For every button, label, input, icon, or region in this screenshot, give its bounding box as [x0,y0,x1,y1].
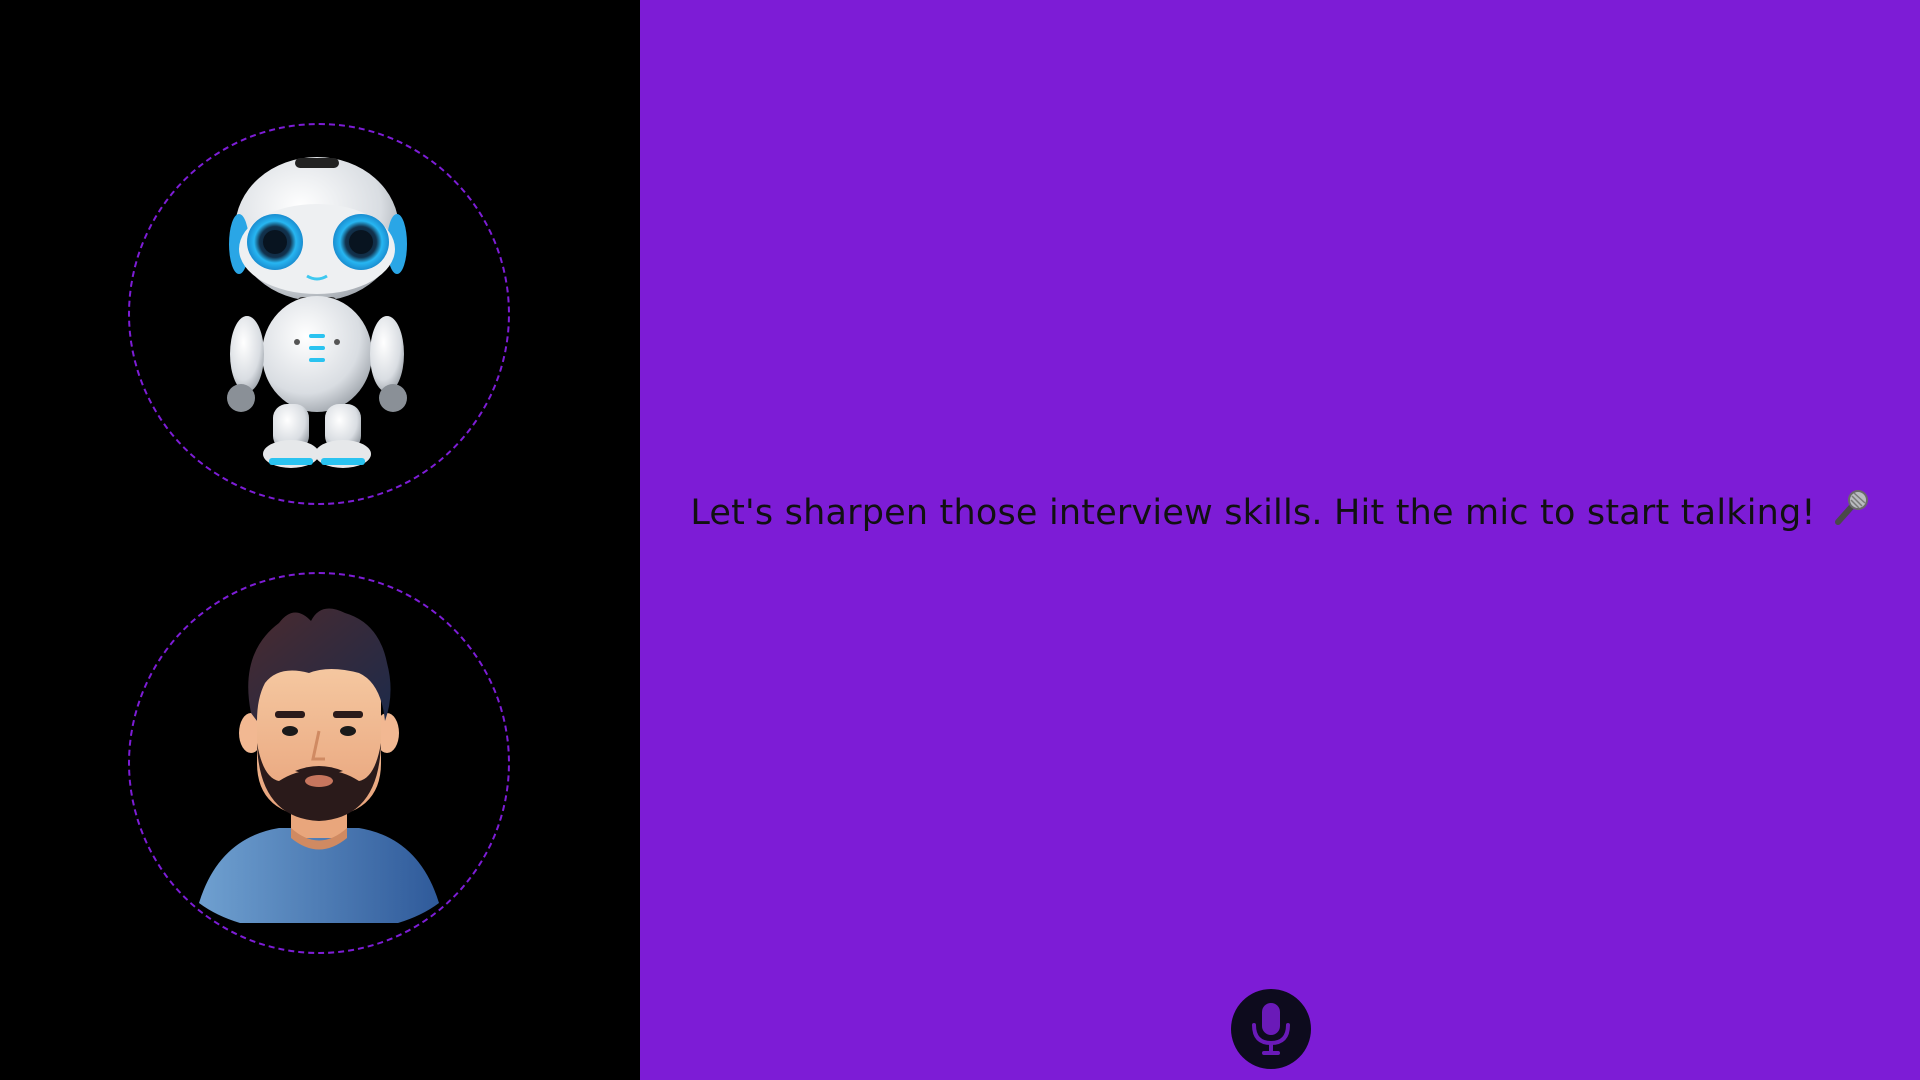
participants-sidebar [0,0,640,1080]
microphone-icon [1252,1003,1290,1055]
mic-button[interactable] [1231,989,1311,1069]
prompt-message: Let's sharpen those interview skills. Hi… [640,488,1920,537]
user-avatar-icon [199,608,439,923]
ai-avatar-frame [128,123,510,505]
microphone-emoji-icon [1830,488,1870,537]
prompt-text: Let's sharpen those interview skills. Hi… [690,492,1816,533]
robot-avatar-icon [227,157,407,468]
conversation-area: Let's sharpen those interview skills. Hi… [640,0,1920,1080]
app-root: Let's sharpen those interview skills. Hi… [0,0,1920,1080]
user-avatar-frame [128,572,510,954]
